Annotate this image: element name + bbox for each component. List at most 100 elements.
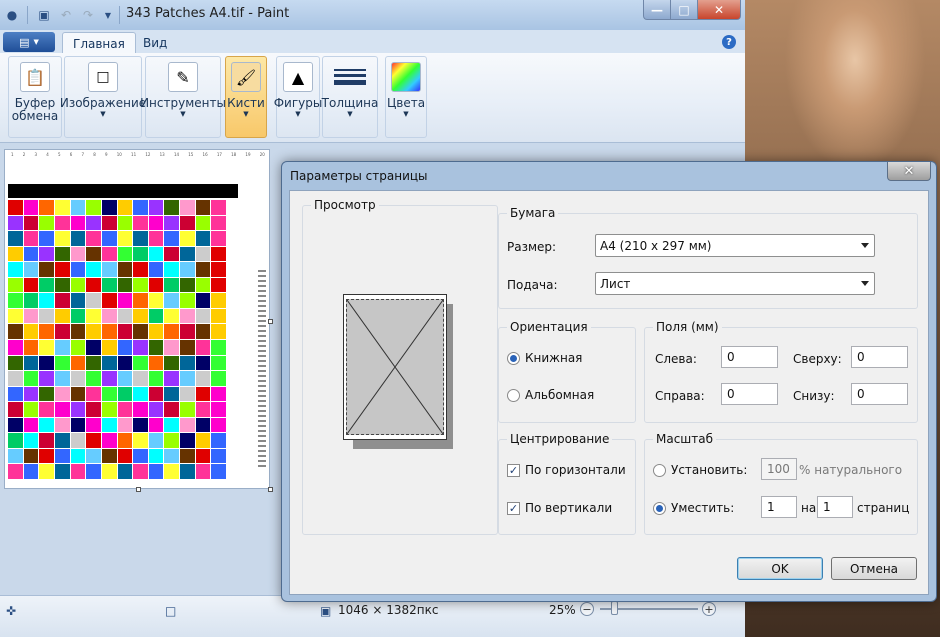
group-shapes[interactable]: ▲ Фигуры ▼ xyxy=(274,56,322,138)
color-patch xyxy=(195,371,211,386)
margins-title: Поля (мм) xyxy=(653,320,722,334)
undo-icon[interactable]: ↶ xyxy=(58,7,74,23)
margin-bottom-field[interactable]: 0 xyxy=(851,383,908,405)
brush-icon: 🖌 xyxy=(231,62,261,92)
color-patch xyxy=(23,371,39,386)
scale-fit-label[interactable]: Уместить: xyxy=(671,501,734,515)
maximize-button[interactable]: □ xyxy=(670,0,698,20)
group-tools[interactable]: ✎ Инструменты ▼ xyxy=(140,56,226,138)
portrait-radio[interactable] xyxy=(507,352,520,365)
color-patch xyxy=(86,433,101,448)
group-colors[interactable]: Цвета ▼ xyxy=(385,56,427,138)
preview-printable-area xyxy=(346,299,444,435)
color-patch xyxy=(164,246,180,262)
color-patch xyxy=(86,277,101,293)
color-patch xyxy=(8,433,23,448)
margin-left-field[interactable]: 0 xyxy=(721,346,778,368)
color-patch xyxy=(117,293,133,308)
color-patch xyxy=(148,402,164,417)
landscape-radio[interactable] xyxy=(507,389,520,402)
color-patch xyxy=(117,355,133,371)
ruler-tick: 19 xyxy=(245,152,251,157)
color-patch xyxy=(70,417,86,433)
ruler-tick: 14 xyxy=(173,152,180,157)
fit-pages-wide-field[interactable]: 1 xyxy=(761,496,797,518)
resize-handle[interactable] xyxy=(268,487,273,492)
group-image[interactable]: □ Изображение ▼ xyxy=(60,56,146,138)
color-patch xyxy=(101,277,117,293)
color-patch xyxy=(164,231,180,246)
color-patch xyxy=(8,464,23,479)
group-thickness[interactable]: Толщина ▼ xyxy=(322,56,378,138)
app-menu-button[interactable]: ▤ ▼ xyxy=(3,32,55,52)
color-patch xyxy=(86,293,101,308)
margin-right-field[interactable]: 0 xyxy=(721,383,778,405)
paint-app-icon[interactable]: ● xyxy=(4,7,20,23)
save-icon[interactable]: ▣ xyxy=(36,7,52,23)
chevron-down-icon: ▼ xyxy=(403,110,409,118)
customize-qat-icon[interactable]: ▼ xyxy=(100,7,116,23)
scale-percent-field[interactable]: 100 xyxy=(761,458,797,480)
color-patch xyxy=(148,371,164,386)
source-label: Подача: xyxy=(507,278,558,292)
color-patch xyxy=(8,262,23,277)
center-horizontal-label[interactable]: По горизонтали xyxy=(525,463,626,477)
help-icon[interactable]: ? xyxy=(722,35,736,49)
color-patch xyxy=(117,231,133,246)
close-button[interactable]: ✕ xyxy=(697,0,741,20)
color-patch xyxy=(133,200,148,215)
image-ruler: 1 2 3 4 5 6 7 8 9 10 11 12 13 14 15 16 17 18 19 20 xyxy=(11,152,265,160)
center-vertical-checkbox[interactable]: ✓ xyxy=(507,502,520,515)
image-canvas[interactable]: 1 2 3 4 5 6 7 8 9 10 11 12 13 14 15 16 17 18 19 20 xyxy=(4,149,270,489)
portrait-label[interactable]: Книжная xyxy=(525,351,582,365)
color-patch xyxy=(211,417,226,433)
color-patch xyxy=(195,231,211,246)
color-patch xyxy=(133,308,148,324)
color-patch xyxy=(101,355,117,371)
color-patch xyxy=(86,200,101,215)
center-vertical-label[interactable]: По вертикали xyxy=(525,501,612,515)
color-patch xyxy=(211,464,226,479)
color-patch xyxy=(8,339,23,355)
paper-source-select[interactable]: Лист xyxy=(595,272,875,295)
resize-handle[interactable] xyxy=(136,487,141,492)
color-patch xyxy=(211,324,226,339)
ruler-tick: 2 xyxy=(22,152,26,157)
color-patch xyxy=(70,355,86,371)
color-patch xyxy=(164,200,180,215)
scale-adjust-radio[interactable] xyxy=(653,464,666,477)
color-patch xyxy=(180,371,195,386)
ruler-tick: 5 xyxy=(58,152,61,157)
paper-size-select[interactable]: A4 (210 x 297 мм) xyxy=(595,234,875,257)
zoom-slider-thumb[interactable] xyxy=(611,601,618,615)
color-patch xyxy=(164,464,180,479)
scale-adjust-label[interactable]: Установить: xyxy=(671,463,747,477)
ok-button[interactable]: OK xyxy=(737,557,823,580)
group-brushes[interactable]: 🖌 Кисти ▼ xyxy=(225,56,267,138)
tab-home[interactable]: Главная xyxy=(62,32,136,54)
color-patch xyxy=(101,464,117,479)
fit-pages-tall-field[interactable]: 1 xyxy=(817,496,853,518)
landscape-label[interactable]: Альбомная xyxy=(525,388,594,402)
color-patch xyxy=(148,324,164,339)
preview-group: Просмотр xyxy=(302,198,498,535)
zoom-out-button[interactable]: − xyxy=(580,602,594,616)
zoom-in-button[interactable]: + xyxy=(702,602,716,616)
group-clipboard[interactable]: 📋 Буфер обмена xyxy=(8,56,62,138)
cancel-button[interactable]: Отмена xyxy=(831,557,917,580)
color-patch xyxy=(54,433,70,448)
margin-top-field[interactable]: 0 xyxy=(851,346,908,368)
color-patch xyxy=(180,386,195,402)
tab-view[interactable]: Вид xyxy=(133,32,177,54)
color-patch xyxy=(133,324,148,339)
dialog-title: Параметры страницы xyxy=(290,169,428,183)
center-horizontal-checkbox[interactable]: ✓ xyxy=(507,464,520,477)
redo-icon[interactable]: ↷ xyxy=(80,7,96,23)
dialog-body: Просмотр Бумага Размер: A4 (210 x 297 мм… xyxy=(289,190,929,595)
color-patch xyxy=(117,277,133,293)
color-patch xyxy=(54,417,70,433)
resize-handle[interactable] xyxy=(268,319,273,324)
scale-fit-radio[interactable] xyxy=(653,502,666,515)
dialog-close-button[interactable]: ✕ xyxy=(887,162,931,181)
minimize-button[interactable]: — xyxy=(643,0,671,20)
